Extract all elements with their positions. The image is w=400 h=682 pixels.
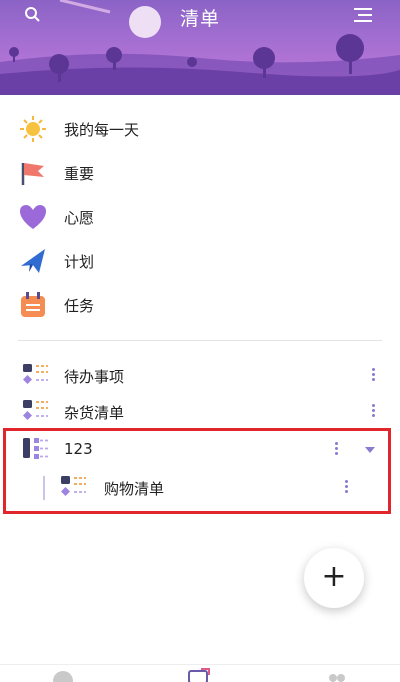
page-title: 清单 <box>179 8 220 30</box>
list-icon <box>23 364 48 384</box>
list-item-todo[interactable]: 待办事项 <box>0 358 400 394</box>
nav-item-label: 我的每一天 <box>64 120 140 139</box>
nav-item-important[interactable]: 重要 <box>0 151 400 195</box>
list-item-label: 待办事项 <box>64 368 125 386</box>
plus-icon: + <box>321 559 347 594</box>
nav-item-plan[interactable]: 计划 <box>0 239 400 283</box>
calendar-icon <box>21 292 45 317</box>
nav-item-label: 计划 <box>64 252 95 271</box>
group-icon <box>23 438 48 459</box>
group-label: 123 <box>64 440 93 458</box>
group-item-123[interactable]: 123 <box>0 432 400 468</box>
tab-stats-icon[interactable] <box>52 669 74 682</box>
add-list-button[interactable]: + <box>304 548 364 608</box>
nav-item-label: 任务 <box>64 296 95 315</box>
chevron-down-icon[interactable] <box>364 446 376 454</box>
sun-icon <box>20 116 46 142</box>
list-item-grocery[interactable]: 杂货清单 <box>0 394 400 430</box>
nav-item-label: 重要 <box>64 164 95 183</box>
app-header: 清单 <box>0 0 400 95</box>
nav-item-wish[interactable]: 心愿 <box>0 195 400 239</box>
bottom-tab-bar <box>0 664 400 682</box>
nav-item-my-day[interactable]: 我的每一天 <box>0 107 400 151</box>
list-item-shopping[interactable]: 购物清单 <box>0 470 400 506</box>
menu-icon[interactable] <box>352 6 374 24</box>
heart-icon <box>20 205 46 229</box>
nav-item-label: 心愿 <box>64 208 95 227</box>
more-options-icon[interactable] <box>368 366 378 386</box>
tab-lists-icon[interactable] <box>187 667 211 682</box>
more-options-icon[interactable] <box>368 402 378 422</box>
flag-icon <box>21 163 44 185</box>
list-icon <box>23 400 48 420</box>
list-item-label: 杂货清单 <box>64 404 125 422</box>
more-options-icon[interactable] <box>331 440 341 460</box>
tab-profile-icon[interactable] <box>326 669 348 682</box>
list-icon <box>61 476 86 496</box>
nav-item-tasks[interactable]: 任务 <box>0 283 400 327</box>
more-options-icon[interactable] <box>341 478 351 498</box>
list-item-label: 购物清单 <box>104 480 165 498</box>
paper-plane-icon <box>21 249 45 273</box>
section-divider <box>18 340 382 341</box>
